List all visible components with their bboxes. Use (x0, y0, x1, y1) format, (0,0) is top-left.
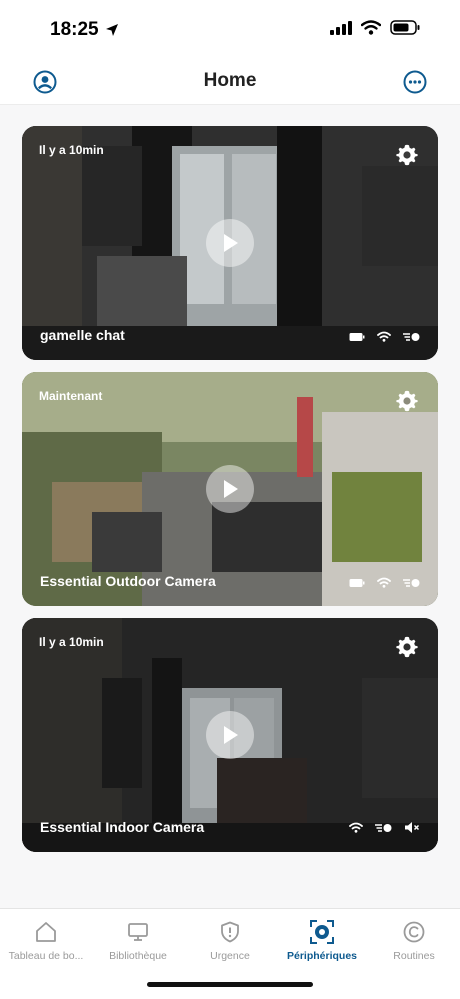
last-activity-time: Maintenant (39, 389, 103, 403)
wifi-icon (361, 20, 381, 35)
status-bar: 18:25 (0, 0, 460, 60)
camera-card[interactable]: Il y a 10min gamelle chat (22, 126, 438, 360)
play-icon (224, 480, 238, 498)
more-dots-icon (403, 70, 427, 94)
nav-bar: Home (0, 60, 460, 105)
play-icon (224, 726, 238, 744)
tab-label: Tableau de bo... (8, 950, 84, 962)
battery-icon (349, 578, 365, 587)
camera-list: Il y a 10min gamelle chat Maintenant Ess… (0, 104, 460, 904)
play-icon (224, 234, 238, 252)
light-toggle-icon (403, 332, 420, 341)
house-icon (36, 922, 56, 942)
wifi-icon (377, 331, 391, 342)
tab-emergency[interactable]: Urgence (184, 919, 276, 962)
home-indicator[interactable] (147, 982, 313, 987)
gear-icon[interactable] (395, 389, 419, 413)
monitor-icon (128, 923, 148, 941)
play-button[interactable] (206, 219, 254, 267)
wifi-icon (349, 822, 363, 833)
routines-icon (403, 921, 425, 943)
shield-alert-icon (221, 921, 239, 943)
camera-card[interactable]: Il y a 10min Essential Indoor Camera (22, 618, 438, 852)
wifi-icon (377, 577, 391, 588)
tab-label: Périphériques (286, 950, 358, 962)
more-options-button[interactable] (401, 68, 429, 96)
tab-label: Routines (393, 950, 435, 962)
camera-name: Essential Indoor Camera (40, 819, 205, 835)
play-button[interactable] (206, 465, 254, 513)
light-toggle-icon (375, 823, 392, 832)
speaker-muted-icon (405, 822, 420, 833)
tab-devices[interactable]: Périphériques (276, 919, 368, 962)
tab-label: Bibliothèque (109, 950, 167, 962)
page-title: Home (203, 70, 257, 91)
tab-routines[interactable]: Routines (368, 919, 460, 962)
camera-name: gamelle chat (40, 327, 125, 343)
location-arrow-icon (105, 24, 118, 36)
camera-status-icons (349, 331, 420, 342)
camera-status-icons (349, 577, 420, 588)
camera-devices-icon (310, 920, 334, 944)
camera-name: Essential Outdoor Camera (40, 573, 216, 589)
play-button[interactable] (206, 711, 254, 759)
gear-icon[interactable] (395, 143, 419, 167)
status-time: 18:25 (50, 19, 99, 40)
light-toggle-icon (403, 578, 420, 587)
last-activity-time: Il y a 10min (39, 143, 104, 157)
gear-icon[interactable] (395, 635, 419, 659)
battery-icon (349, 332, 365, 341)
last-activity-time: Il y a 10min (39, 635, 104, 649)
tab-dashboard[interactable]: Tableau de bo... (0, 919, 92, 962)
camera-status-icons (349, 821, 420, 834)
status-time-group: 18:25 (50, 19, 119, 41)
battery-icon (390, 20, 420, 35)
status-indicators (330, 20, 420, 35)
camera-card[interactable]: Maintenant Essential Outdoor Camera (22, 372, 438, 606)
tab-label: Urgence (210, 950, 250, 962)
cellular-signal-icon (330, 20, 352, 35)
tab-library[interactable]: Bibliothèque (92, 919, 184, 962)
